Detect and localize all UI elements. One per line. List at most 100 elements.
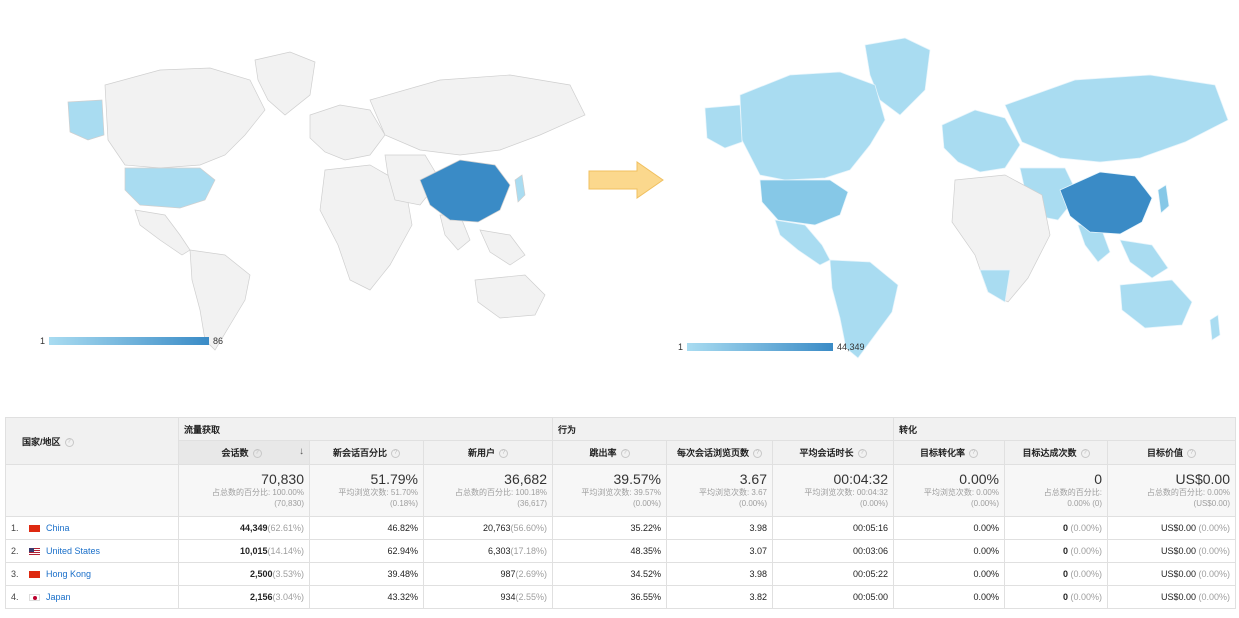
country-link[interactable]: United States (46, 546, 100, 556)
total-value: 00:04:32 (833, 471, 889, 487)
help-icon[interactable]: ? (1080, 449, 1090, 459)
country-cell: 2. United States (5, 539, 179, 563)
metric-cell: 00:05:00 (772, 585, 894, 609)
help-icon[interactable]: ? (499, 449, 508, 459)
cell-value: 10,015 (239, 546, 268, 556)
help-icon[interactable]: ? (969, 449, 978, 459)
south-america-shape (189, 249, 251, 351)
metric-header[interactable]: 新会话百分比? (309, 440, 424, 465)
metric-cell: US$0.00 (0.00%) (1107, 585, 1236, 609)
table-row: 1. China 44,349(62.61%) 46.82% 20,763(56.60%… (5, 516, 1236, 540)
country-column-header[interactable]: 国家/地区? (5, 417, 179, 465)
group-behavior: 行为 (552, 417, 894, 441)
group-conversion: 转化 (893, 417, 1236, 441)
legend-gradient (49, 337, 210, 345)
metric-header-label: 平均会话时长 (799, 448, 854, 458)
cell-value: US$0.00 (1160, 592, 1196, 602)
total-sub: 占总数的百分比: (1043, 488, 1102, 497)
help-icon[interactable]: ? (857, 449, 867, 459)
legend-max: 86 (213, 336, 224, 346)
canada-shape (104, 67, 266, 169)
metric-header-label: 新用户 (467, 448, 495, 458)
totals-cell: 36,682 占总数的百分比: 100.18% (36,617) (423, 464, 553, 517)
australia-shape (474, 274, 546, 319)
greenland-shape (254, 51, 316, 116)
cell-value: US$0.00 (1160, 546, 1196, 556)
metric-header[interactable]: 新用户? (423, 440, 553, 465)
south-africa-shape (979, 269, 1011, 303)
metric-cell: 35.22% (552, 516, 667, 540)
metric-cell: 3.98 (666, 516, 773, 540)
central-america-shape (774, 219, 831, 266)
help-icon[interactable]: ? (753, 449, 762, 459)
cell-percent: (0.00%) (1067, 569, 1102, 579)
help-icon[interactable]: ? (252, 449, 262, 459)
help-icon[interactable]: ? (620, 449, 630, 459)
cell-value: 3.07 (749, 546, 767, 556)
metric-cell: 0 (0.00%) (1004, 516, 1108, 540)
metric-header[interactable]: 目标达成次数? (1004, 440, 1108, 465)
russia-shape (1004, 74, 1229, 163)
metric-cell: 00:03:06 (772, 539, 894, 563)
cell-value: 48.35% (630, 546, 661, 556)
alaska-shape (67, 99, 105, 141)
cell-percent: (14.14%) (267, 546, 304, 556)
metric-cell: 0 (0.00%) (1004, 585, 1108, 609)
help-icon[interactable]: ? (64, 437, 74, 447)
world-map-left (67, 51, 586, 351)
metric-header-label: 目标价值 (1146, 448, 1183, 458)
metric-header[interactable]: 每次会话浏览页数? (666, 440, 773, 465)
flag-icon (29, 571, 40, 579)
alaska-shape (704, 104, 743, 149)
cell-percent: (0.00%) (1195, 523, 1230, 533)
cell-value: 34.52% (630, 569, 661, 579)
total-sub: 平均浏览次数: 3.67 (698, 488, 767, 497)
cell-value: 0.00% (973, 523, 999, 533)
country-link[interactable]: China (46, 523, 70, 533)
cell-value: 35.22% (630, 523, 661, 533)
metric-cell: 3.98 (666, 562, 773, 586)
totals-cell: 00:04:32 平均浏览次数: 00:04:32 (0.00%) (772, 464, 894, 517)
metric-cell: 39.48% (309, 562, 424, 586)
geo-map-after[interactable] (680, 30, 1235, 360)
china-shape (1059, 171, 1153, 235)
metric-header[interactable]: 目标转化率? (893, 440, 1005, 465)
new-zealand-shape (1209, 314, 1221, 341)
central-america-shape (134, 209, 191, 256)
cell-value: 3.98 (749, 523, 767, 533)
metric-cell: 2,500(3.53%) (178, 562, 310, 586)
metric-header[interactable]: 会话数? ↓ (178, 440, 310, 465)
country-cell: 1. China (5, 516, 179, 540)
help-icon[interactable]: ? (1187, 449, 1196, 459)
cell-percent: (0.00%) (1067, 546, 1102, 556)
metric-header-label: 会话数 (221, 448, 249, 458)
total-sub: 0.00% (0) (1067, 499, 1102, 508)
help-icon[interactable]: ? (391, 449, 400, 459)
total-sub: (0.00%) (970, 499, 999, 508)
canada-shape (739, 71, 886, 181)
europe-shape (309, 104, 386, 161)
cell-percent: (3.53%) (272, 569, 304, 579)
cell-value: 934 (500, 592, 516, 602)
metric-header[interactable]: 目标价值? (1107, 440, 1236, 465)
russia-shape (369, 74, 586, 156)
table-row: 2. United States 10,015(14.14%) 62.94% 6,303… (5, 539, 1236, 563)
country-cell: 3. Hong Kong (5, 562, 179, 586)
metric-cell: 00:05:16 (772, 516, 894, 540)
country-link[interactable]: Hong Kong (46, 569, 91, 579)
cell-value: 20,763 (482, 523, 511, 533)
metric-cell: 00:05:22 (772, 562, 894, 586)
metric-cell: 10,015(14.14%) (178, 539, 310, 563)
metric-header[interactable]: 平均会话时长? (772, 440, 894, 465)
metric-header-label: 每次会话浏览页数 (676, 448, 749, 458)
metric-cell: 62.94% (309, 539, 424, 563)
metric-header[interactable]: 跳出率? (552, 440, 667, 465)
total-sub: (36,617) (517, 499, 547, 508)
map-legend-right: 1 44,349 (678, 342, 865, 352)
sort-desc-icon[interactable]: ↓ (299, 446, 304, 457)
total-sub: 平均浏览次数: 51.70% (338, 488, 418, 497)
cell-value: 00:05:22 (852, 569, 888, 579)
geo-map-before[interactable] (40, 40, 600, 360)
metric-cell: 0.00% (893, 585, 1005, 609)
country-link[interactable]: Japan (46, 592, 71, 602)
